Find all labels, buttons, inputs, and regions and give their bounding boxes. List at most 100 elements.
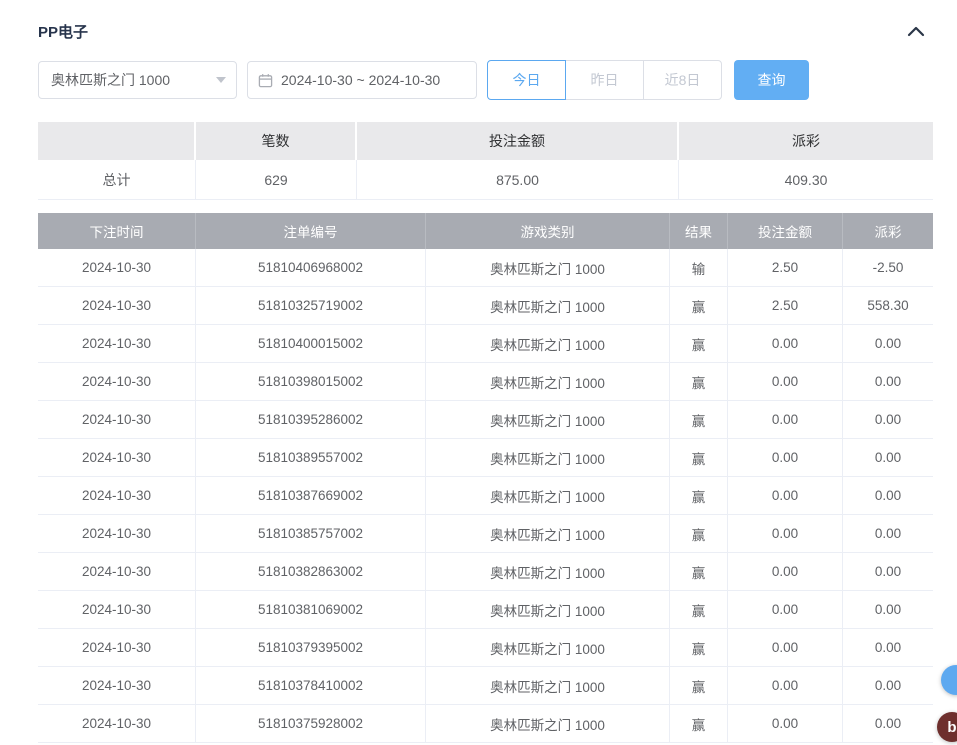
summary-total-payout: 409.30 <box>679 160 933 199</box>
cell-order-number: 51810378410002 <box>196 667 426 704</box>
summary-header-bet-amount: 投注金额 <box>357 122 679 160</box>
chevron-up-icon <box>907 25 925 37</box>
cell-bet-time: 2024-10-30 <box>38 439 196 476</box>
cell-game-category: 奥林匹斯之门 1000 <box>426 705 670 742</box>
table-row[interactable]: 2024-10-30 51810378410002 奥林匹斯之门 1000 赢 … <box>38 667 933 705</box>
calendar-icon <box>258 73 273 88</box>
cell-order-number: 51810325719002 <box>196 287 426 324</box>
cell-result: 赢 <box>670 515 728 552</box>
table-row[interactable]: 2024-10-30 51810385757002 奥林匹斯之门 1000 赢 … <box>38 515 933 553</box>
cell-bet-time: 2024-10-30 <box>38 667 196 704</box>
cell-order-number: 51810375928002 <box>196 705 426 742</box>
cell-game-category: 奥林匹斯之门 1000 <box>426 287 670 324</box>
cell-result: 赢 <box>670 401 728 438</box>
summary-total-bet-amount: 875.00 <box>357 160 679 199</box>
cell-game-category: 奥林匹斯之门 1000 <box>426 249 670 286</box>
cell-bet-time: 2024-10-30 <box>38 629 196 666</box>
header-bet-time: 下注时间 <box>38 213 196 249</box>
cell-bet-time: 2024-10-30 <box>38 705 196 742</box>
cell-order-number: 51810389557002 <box>196 439 426 476</box>
cell-payout: 0.00 <box>843 629 933 666</box>
table-row[interactable]: 2024-10-30 51810381069002 奥林匹斯之门 1000 赢 … <box>38 591 933 629</box>
table-row[interactable]: 2024-10-30 51810389557002 奥林匹斯之门 1000 赢 … <box>38 439 933 477</box>
summary-table: 笔数 投注金额 派彩 总计 629 875.00 409.30 <box>38 122 933 200</box>
table-row[interactable]: 2024-10-30 51810325719002 奥林匹斯之门 1000 赢 … <box>38 287 933 325</box>
cell-game-category: 奥林匹斯之门 1000 <box>426 629 670 666</box>
chevron-down-icon <box>216 77 226 83</box>
cell-result: 赢 <box>670 629 728 666</box>
quick-date-button-group: 今日 昨日 近8日 <box>487 60 722 100</box>
today-button[interactable]: 今日 <box>487 60 566 100</box>
table-row[interactable]: 2024-10-30 51810398015002 奥林匹斯之门 1000 赢 … <box>38 363 933 401</box>
cell-bet-amount: 0.00 <box>728 477 843 514</box>
bet-table-body: 2024-10-30 51810406968002 奥林匹斯之门 1000 输 … <box>38 249 933 743</box>
cell-result: 赢 <box>670 591 728 628</box>
cell-order-number: 51810395286002 <box>196 401 426 438</box>
yesterday-button[interactable]: 昨日 <box>565 60 644 100</box>
game-select-value: 奥林匹斯之门 1000 <box>51 70 170 90</box>
header-payout: 派彩 <box>843 213 933 249</box>
summary-total-row: 总计 629 875.00 409.30 <box>38 160 933 200</box>
cell-result: 赢 <box>670 477 728 514</box>
table-row[interactable]: 2024-10-30 51810382863002 奥林匹斯之门 1000 赢 … <box>38 553 933 591</box>
cell-bet-time: 2024-10-30 <box>38 401 196 438</box>
cell-bet-amount: 0.00 <box>728 705 843 742</box>
cell-order-number: 51810385757002 <box>196 515 426 552</box>
cell-payout: 0.00 <box>843 439 933 476</box>
cell-bet-amount: 0.00 <box>728 325 843 362</box>
cell-payout: 0.00 <box>843 553 933 590</box>
floating-service-button[interactable] <box>941 665 957 695</box>
cell-bet-time: 2024-10-30 <box>38 249 196 286</box>
cell-bet-time: 2024-10-30 <box>38 477 196 514</box>
cell-order-number: 51810387669002 <box>196 477 426 514</box>
collapse-panel-button[interactable] <box>907 25 925 37</box>
cell-bet-amount: 0.00 <box>728 515 843 552</box>
floating-brand-button[interactable]: b <box>937 712 957 742</box>
cell-game-category: 奥林匹斯之门 1000 <box>426 477 670 514</box>
table-row[interactable]: 2024-10-30 51810375928002 奥林匹斯之门 1000 赢 … <box>38 705 933 743</box>
table-row[interactable]: 2024-10-30 51810406968002 奥林匹斯之门 1000 输 … <box>38 249 933 287</box>
cell-order-number: 51810398015002 <box>196 363 426 400</box>
cell-game-category: 奥林匹斯之门 1000 <box>426 325 670 362</box>
cell-bet-amount: 0.00 <box>728 439 843 476</box>
summary-header-count: 笔数 <box>196 122 357 160</box>
summary-header-empty <box>38 122 196 160</box>
search-button[interactable]: 查询 <box>734 60 809 100</box>
cell-result: 输 <box>670 249 728 286</box>
cell-game-category: 奥林匹斯之门 1000 <box>426 591 670 628</box>
date-range-picker[interactable]: 2024-10-30 ~ 2024-10-30 <box>247 61 477 99</box>
summary-header-payout: 派彩 <box>679 122 933 160</box>
cell-bet-amount: 2.50 <box>728 249 843 286</box>
cell-bet-amount: 2.50 <box>728 287 843 324</box>
cell-payout: 558.30 <box>843 287 933 324</box>
cell-result: 赢 <box>670 325 728 362</box>
cell-payout: 0.00 <box>843 515 933 552</box>
cell-bet-time: 2024-10-30 <box>38 287 196 324</box>
cell-payout: -2.50 <box>843 249 933 286</box>
table-row[interactable]: 2024-10-30 51810379395002 奥林匹斯之门 1000 赢 … <box>38 629 933 667</box>
header-result: 结果 <box>670 213 728 249</box>
summary-header-row: 笔数 投注金额 派彩 <box>38 122 933 160</box>
cell-result: 赢 <box>670 667 728 704</box>
panel-header: PP电子 <box>38 14 933 48</box>
game-select[interactable]: 奥林匹斯之门 1000 <box>38 61 237 99</box>
cell-payout: 0.00 <box>843 591 933 628</box>
table-row[interactable]: 2024-10-30 51810395286002 奥林匹斯之门 1000 赢 … <box>38 401 933 439</box>
cell-payout: 0.00 <box>843 705 933 742</box>
filter-row: 奥林匹斯之门 1000 2024-10-30 ~ 2024-10-30 今日 昨… <box>38 60 933 100</box>
table-row[interactable]: 2024-10-30 51810400015002 奥林匹斯之门 1000 赢 … <box>38 325 933 363</box>
cell-result: 赢 <box>670 287 728 324</box>
cell-order-number: 51810381069002 <box>196 591 426 628</box>
last-8-days-button[interactable]: 近8日 <box>643 60 722 100</box>
cell-game-category: 奥林匹斯之门 1000 <box>426 439 670 476</box>
cell-game-category: 奥林匹斯之门 1000 <box>426 363 670 400</box>
cell-game-category: 奥林匹斯之门 1000 <box>426 667 670 704</box>
table-row[interactable]: 2024-10-30 51810387669002 奥林匹斯之门 1000 赢 … <box>38 477 933 515</box>
cell-payout: 0.00 <box>843 401 933 438</box>
cell-payout: 0.00 <box>843 667 933 704</box>
cell-result: 赢 <box>670 553 728 590</box>
header-game-category: 游戏类别 <box>426 213 670 249</box>
page-title: PP电子 <box>38 21 88 42</box>
cell-bet-amount: 0.00 <box>728 629 843 666</box>
pp-electronic-panel: PP电子 奥林匹斯之门 1000 2024-10-30 ~ 2024-10-30… <box>0 0 957 745</box>
